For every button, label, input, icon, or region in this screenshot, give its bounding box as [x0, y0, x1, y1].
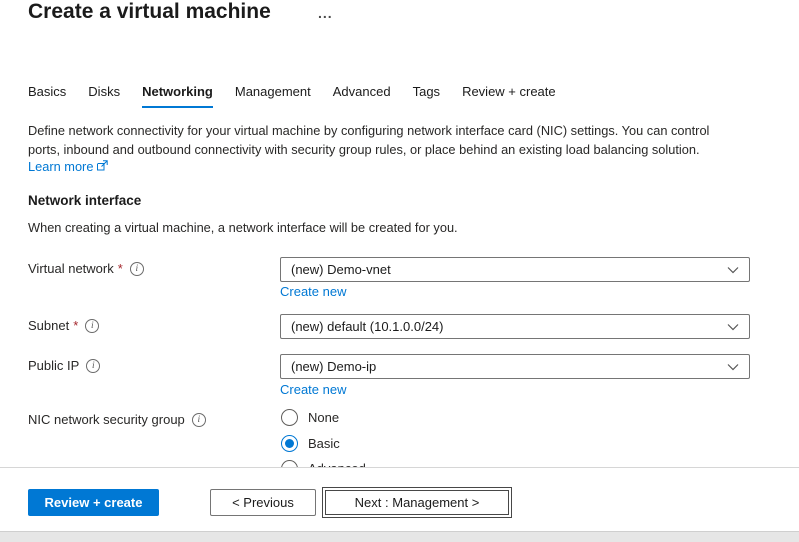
networking-description: Define network connectivity for your vir…: [28, 121, 710, 159]
public-ip-dropdown[interactable]: (new) Demo-ip: [280, 354, 750, 379]
subnet-label-text: Subnet: [28, 318, 69, 333]
radio-checked-icon: [281, 435, 298, 452]
tab-networking[interactable]: Networking: [142, 84, 213, 108]
section-heading: Network interface: [28, 193, 141, 208]
tab-disks[interactable]: Disks: [88, 84, 120, 108]
subnet-dropdown[interactable]: (new) default (10.1.0.0/24): [280, 314, 750, 339]
tab-management[interactable]: Management: [235, 84, 311, 108]
footer-divider: [0, 467, 799, 468]
public-ip-value: (new) Demo-ip: [291, 359, 376, 374]
nsg-option-advanced[interactable]: Advanced: [281, 460, 366, 467]
learn-more-label: Learn more: [28, 159, 93, 174]
nsg-option-basic-label: Basic: [308, 436, 340, 451]
nic-nsg-label-text: NIC network security group: [28, 412, 185, 427]
section-note: When creating a virtual machine, a netwo…: [28, 220, 458, 235]
previous-button[interactable]: < Previous: [210, 489, 316, 516]
tab-basics[interactable]: Basics: [28, 84, 66, 108]
wizard-tabs: Basics Disks Networking Management Advan…: [28, 84, 556, 108]
bottom-window-bar: [0, 531, 799, 542]
required-asterisk: *: [118, 261, 123, 276]
virtual-network-dropdown[interactable]: (new) Demo-vnet: [280, 257, 750, 282]
public-ip-create-new-link[interactable]: Create new: [280, 382, 346, 397]
info-icon[interactable]: i: [130, 262, 144, 276]
info-icon[interactable]: i: [85, 319, 99, 333]
tab-review-create[interactable]: Review + create: [462, 84, 556, 108]
virtual-network-label: Virtual network * i: [28, 261, 144, 276]
more-menu-icon[interactable]: ...: [318, 5, 333, 21]
virtual-network-label-text: Virtual network: [28, 261, 114, 276]
nsg-option-basic[interactable]: Basic: [281, 435, 340, 452]
next-management-button[interactable]: Next : Management >: [322, 487, 512, 518]
virtual-network-value: (new) Demo-vnet: [291, 262, 391, 277]
nsg-option-none-label: None: [308, 410, 339, 425]
info-icon[interactable]: i: [86, 359, 100, 373]
chevron-down-icon: [727, 359, 739, 374]
subnet-label: Subnet * i: [28, 318, 99, 333]
radio-unchecked-icon: [281, 460, 298, 467]
tab-advanced[interactable]: Advanced: [333, 84, 391, 108]
info-icon[interactable]: i: [192, 413, 206, 427]
nsg-option-none[interactable]: None: [281, 409, 339, 426]
public-ip-label-text: Public IP: [28, 358, 79, 373]
radio-unchecked-icon: [281, 409, 298, 426]
chevron-down-icon: [727, 262, 739, 277]
learn-more-link[interactable]: Learn more: [28, 159, 108, 174]
required-asterisk: *: [73, 318, 78, 333]
virtual-network-create-new-link[interactable]: Create new: [280, 284, 346, 299]
external-link-icon: [97, 159, 108, 174]
review-create-button[interactable]: Review + create: [28, 489, 159, 516]
chevron-down-icon: [727, 319, 739, 334]
page-content: Create a virtual machine ... Basics Disk…: [0, 0, 799, 467]
subnet-value: (new) default (10.1.0.0/24): [291, 319, 443, 334]
nic-nsg-label: NIC network security group i: [28, 412, 206, 427]
public-ip-label: Public IP i: [28, 358, 100, 373]
tab-tags[interactable]: Tags: [413, 84, 440, 108]
page-title: Create a virtual machine: [28, 0, 271, 24]
